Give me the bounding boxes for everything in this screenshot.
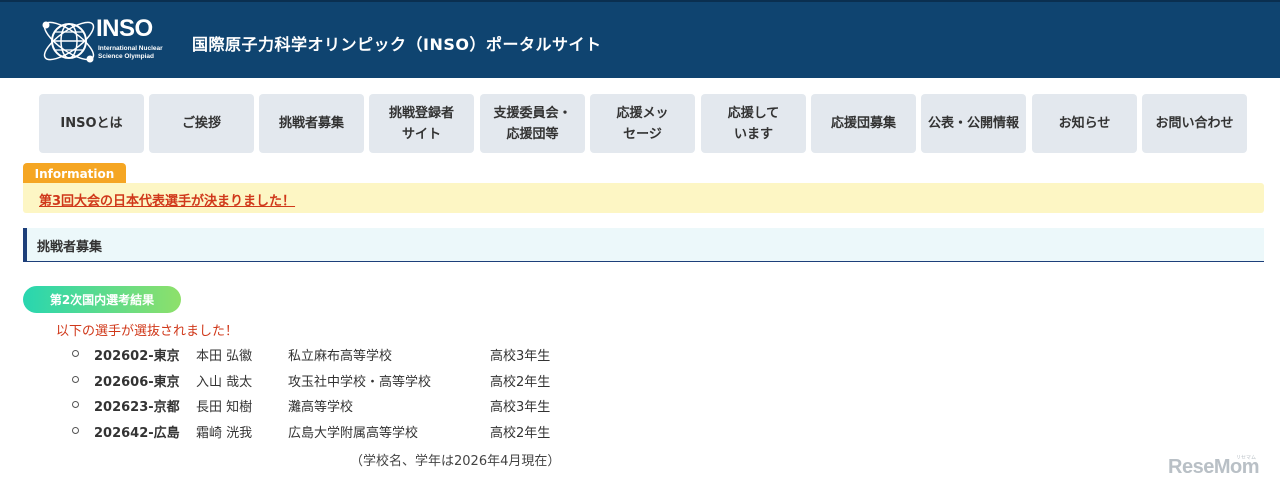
nav-item-messages[interactable]: 応援メッ セージ bbox=[590, 94, 695, 153]
section-heading: 挑戦者募集 bbox=[23, 228, 1264, 262]
entry-school: 私立麻布高等学校 bbox=[288, 349, 393, 364]
atom-globe-icon bbox=[42, 21, 95, 63]
bullet-icon bbox=[72, 427, 79, 434]
entry-grade: 高校3年生 bbox=[490, 349, 551, 364]
site-header: INSO International Nuclear Science Olymp… bbox=[0, 0, 1280, 78]
entry-id: 202602-東京 bbox=[94, 349, 180, 364]
nav-item-committee[interactable]: 支援委員会・ 応援団等 bbox=[480, 94, 585, 153]
resemom-watermark-kana: リセマム bbox=[1236, 455, 1257, 461]
entry-name: 入山 哉太 bbox=[196, 375, 253, 390]
information-tab: Information bbox=[23, 163, 126, 184]
nav-item-news[interactable]: お知らせ bbox=[1032, 94, 1137, 153]
nav-item-contact[interactable]: お問い合わせ bbox=[1142, 94, 1247, 153]
nav-item-greeting[interactable]: ご挨拶 bbox=[149, 94, 254, 153]
entry-id: 202606-東京 bbox=[94, 375, 180, 390]
inso-logo[interactable]: INSO International Nuclear Science Olymp… bbox=[38, 11, 170, 71]
entry-id: 202623-京都 bbox=[94, 400, 180, 415]
entry-school: 攻玉社中学校・高等学校 bbox=[288, 375, 432, 390]
entry-school: 灘高等学校 bbox=[288, 400, 354, 415]
bullet-icon bbox=[72, 376, 79, 383]
entry-name: 霜崎 洸我 bbox=[196, 426, 253, 441]
nav-item-recruit[interactable]: 挑戦者募集 bbox=[259, 94, 364, 153]
nav-item-registrants[interactable]: 挑戦登録者 サイト bbox=[369, 94, 474, 153]
footnote: （学校名、学年は2026年4月現在） bbox=[350, 454, 561, 469]
site-title[interactable]: 国際原子力科学オリンピック（INSO）ポータルサイト bbox=[192, 31, 601, 55]
entry-name: 本田 弘徽 bbox=[196, 349, 253, 364]
bullet-icon bbox=[72, 401, 79, 408]
entry-school: 広島大学附属高等学校 bbox=[288, 426, 419, 441]
entry-grade: 高校3年生 bbox=[490, 400, 551, 415]
results-pill: 第2次国内選考結果 bbox=[23, 286, 181, 313]
logo-subtitle: International Nuclear Science Olympiad bbox=[98, 45, 163, 60]
selection-notice: 以下の選手が選抜されました！ bbox=[56, 324, 239, 339]
bullet-icon bbox=[72, 350, 79, 357]
nav-item-about[interactable]: INSOとは bbox=[39, 94, 144, 153]
entry-name: 長田 知樹 bbox=[196, 400, 253, 415]
entry-grade: 高校2年生 bbox=[490, 426, 551, 441]
nav-item-disclosure[interactable]: 公表・公開情報 bbox=[921, 94, 1026, 153]
logo-text: INSO bbox=[96, 15, 153, 42]
information-link[interactable]: 第3回大会の日本代表選手が決まりました！ bbox=[39, 190, 295, 209]
nav-item-supporter-recruit[interactable]: 応援団募集 bbox=[811, 94, 916, 153]
section-heading-text: 挑戦者募集 bbox=[37, 240, 103, 255]
entry-id: 202642-広島 bbox=[94, 426, 180, 441]
information-bar: 第3回大会の日本代表選手が決まりました！ bbox=[23, 183, 1264, 213]
entry-grade: 高校2年生 bbox=[490, 375, 551, 390]
nav-item-supporters[interactable]: 応援して います bbox=[701, 94, 806, 153]
main-nav: INSOとは ご挨拶 挑戦者募集 挑戦登録者 サイト 支援委員会・ 応援団等 応… bbox=[39, 94, 1249, 153]
